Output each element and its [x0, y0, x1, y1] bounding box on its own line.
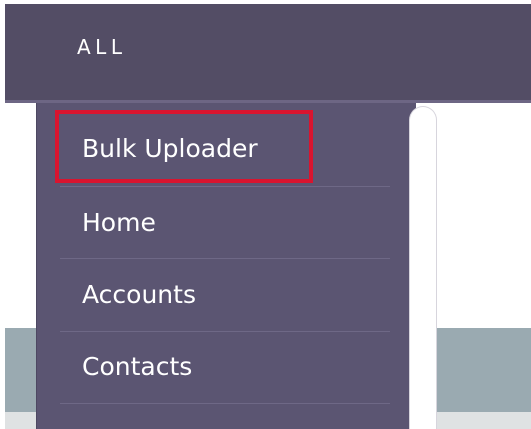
- menu-scrollbar-thumb[interactable]: [410, 107, 436, 429]
- menu-divider: [60, 403, 390, 404]
- nav-all-menu[interactable]: ALL: [77, 35, 126, 59]
- menu-item-bulk-uploader[interactable]: Bulk Uploader: [44, 113, 390, 185]
- dropdown-edge: [36, 103, 37, 429]
- menu-item-label: Contacts: [82, 352, 193, 381]
- menu-item-label: Accounts: [82, 280, 196, 309]
- menu-item-contacts[interactable]: Contacts: [44, 331, 390, 403]
- menu-item-label: Bulk Uploader: [82, 134, 258, 163]
- menu-item-accounts[interactable]: Accounts: [44, 259, 390, 331]
- app-frame: ALL Bulk Uploader Home Accounts Contacts: [0, 0, 531, 429]
- menu-item-label: Home: [82, 208, 156, 237]
- top-nav-bar: ALL: [5, 4, 531, 100]
- menu-item-home[interactable]: Home: [44, 187, 390, 259]
